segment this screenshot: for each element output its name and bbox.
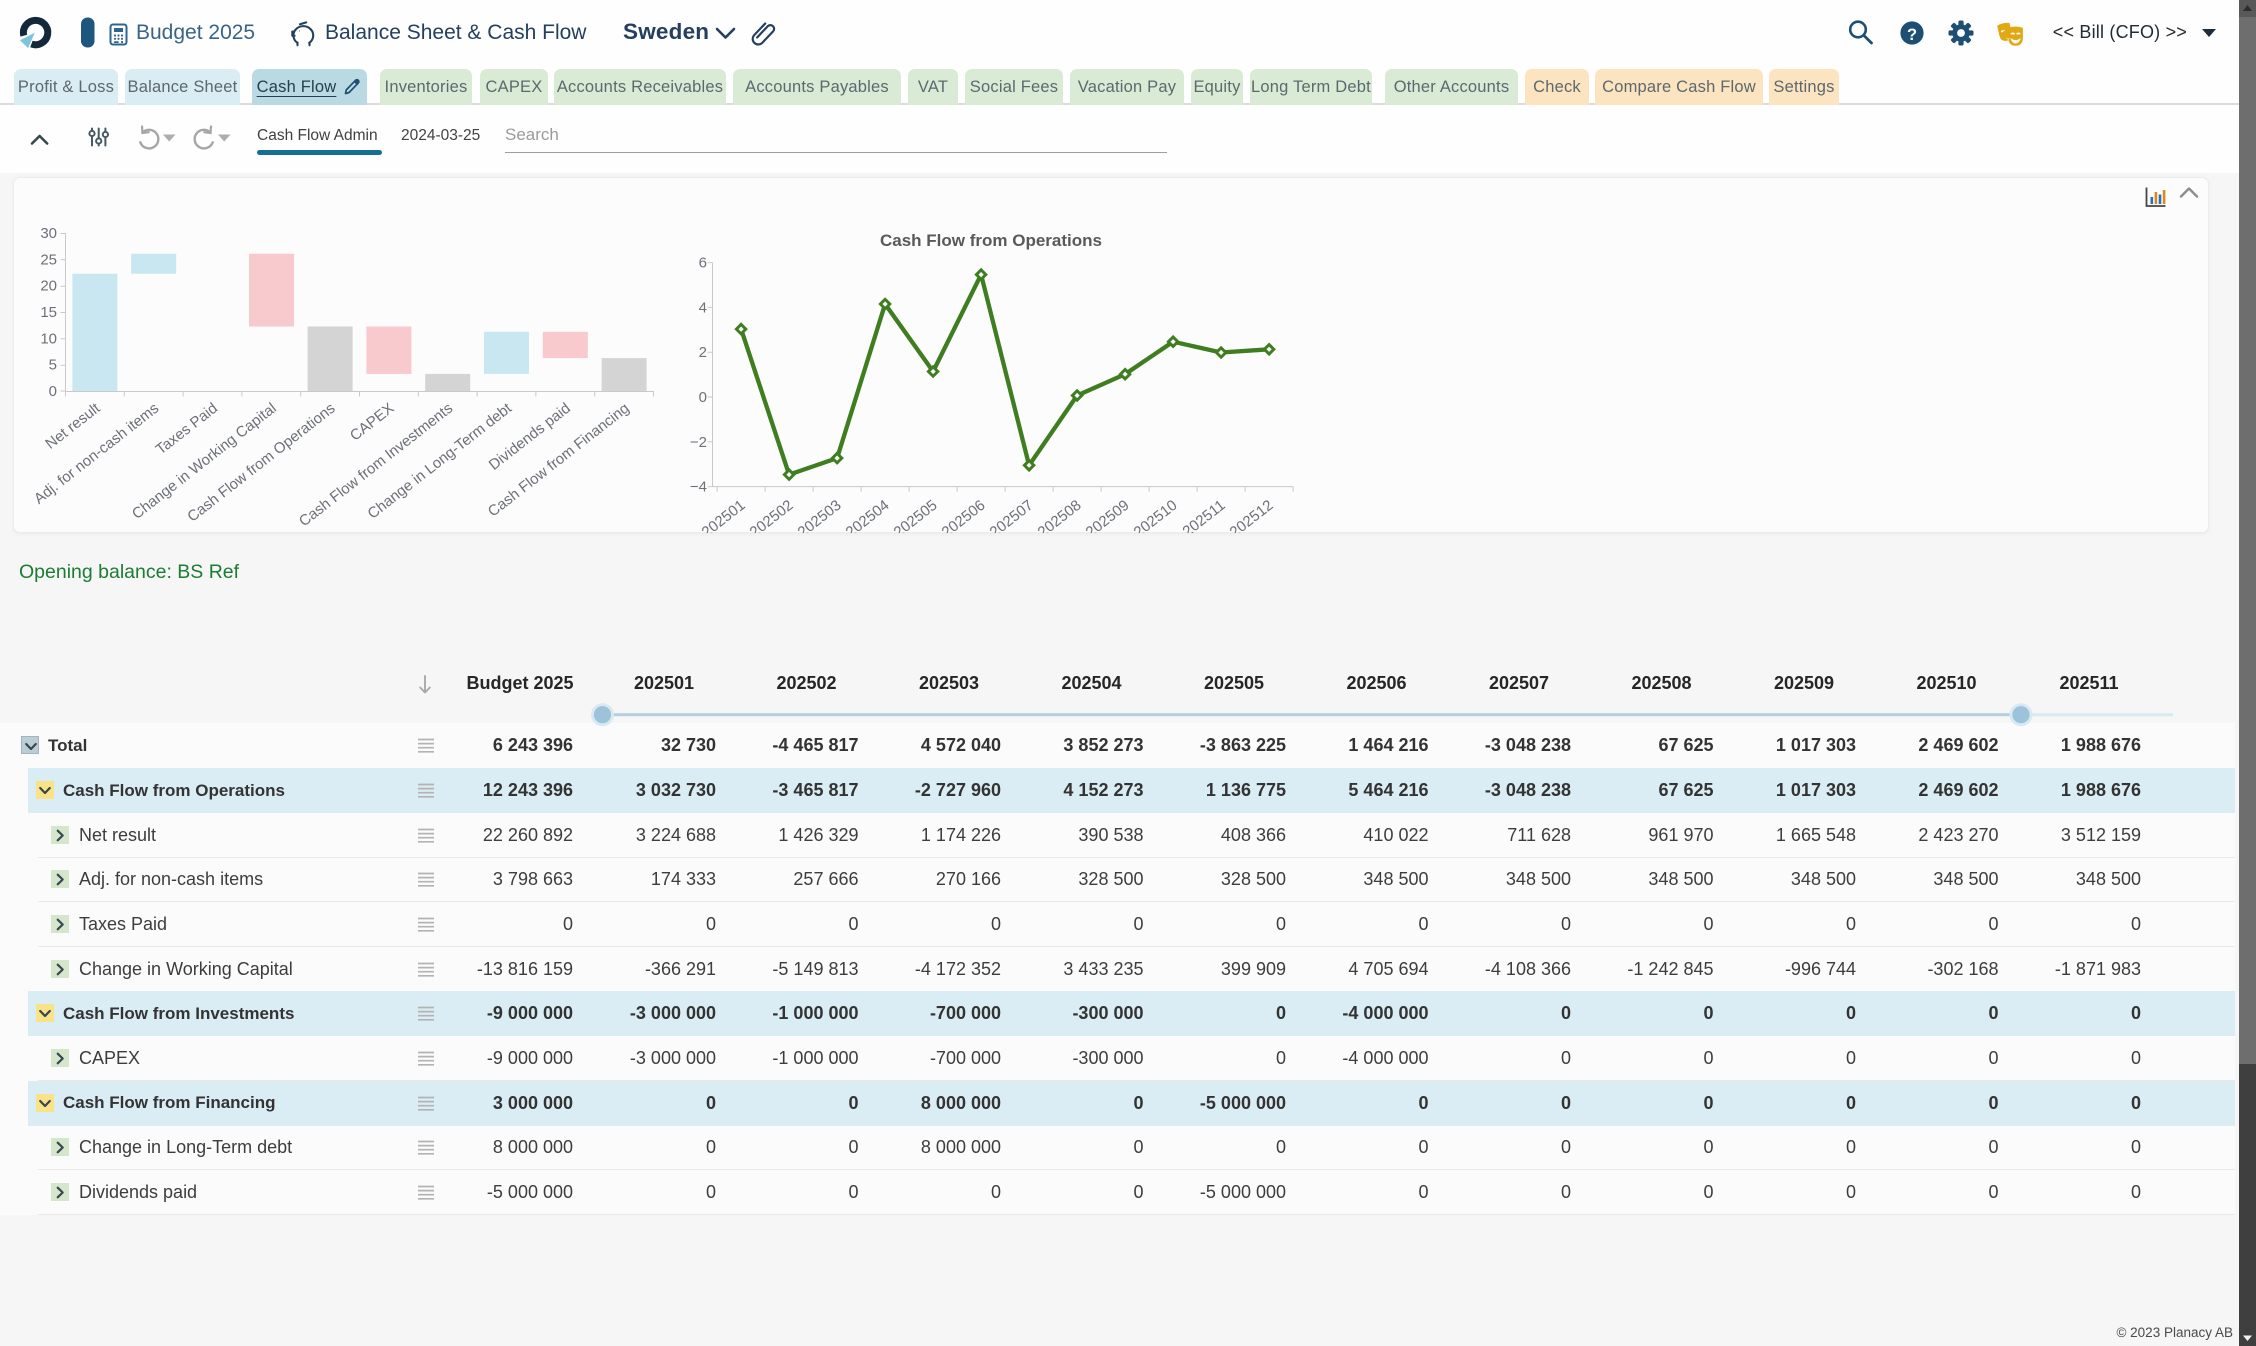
svg-text:5: 5 xyxy=(49,357,57,374)
svg-text:202501: 202501 xyxy=(699,497,749,533)
svg-text:202508: 202508 xyxy=(1035,497,1085,533)
svg-text:−4: −4 xyxy=(690,479,707,496)
svg-text:202502: 202502 xyxy=(747,497,797,533)
svg-text:202505: 202505 xyxy=(891,497,941,533)
svg-text:202512: 202512 xyxy=(1227,497,1277,533)
svg-text:202504: 202504 xyxy=(843,497,893,533)
svg-text:0: 0 xyxy=(49,383,57,400)
svg-text:10: 10 xyxy=(40,330,57,347)
svg-text:−2: −2 xyxy=(690,434,707,451)
svg-text:Cash Flow from Operations: Cash Flow from Operations xyxy=(880,231,1102,250)
svg-text:25: 25 xyxy=(40,251,57,268)
svg-text:202510: 202510 xyxy=(1131,497,1181,533)
svg-text:6: 6 xyxy=(699,255,707,272)
svg-text:?: ? xyxy=(1907,26,1917,44)
svg-text:202509: 202509 xyxy=(1083,497,1133,533)
svg-text:15: 15 xyxy=(40,304,57,321)
svg-text:20: 20 xyxy=(40,278,57,295)
svg-text:202511: 202511 xyxy=(1180,497,1229,533)
svg-text:4: 4 xyxy=(699,299,707,316)
svg-text:30: 30 xyxy=(40,225,57,242)
svg-text:202506: 202506 xyxy=(939,497,989,533)
svg-text:0: 0 xyxy=(699,389,707,406)
svg-text:2: 2 xyxy=(699,344,707,361)
svg-text:202503: 202503 xyxy=(795,497,845,533)
svg-text:CAPEX: CAPEX xyxy=(347,400,398,445)
svg-text:202507: 202507 xyxy=(987,497,1037,533)
